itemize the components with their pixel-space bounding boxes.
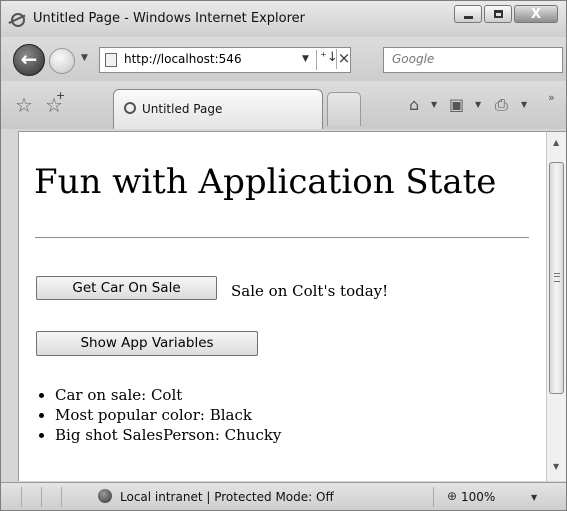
stop-icon[interactable]: × bbox=[336, 49, 351, 69]
list-item: Big shot SalesPerson: Chucky bbox=[19, 425, 281, 445]
address-dropdown-icon[interactable]: ▼ bbox=[302, 54, 309, 64]
zoom-icon[interactable]: ⊕ bbox=[447, 489, 457, 503]
scroll-up-icon[interactable]: ▲ bbox=[553, 138, 559, 147]
status-divider bbox=[61, 487, 62, 507]
print-dropdown-icon[interactable]: ▼ bbox=[521, 100, 527, 109]
feeds-icon[interactable]: ▣ bbox=[449, 95, 464, 114]
address-divider bbox=[316, 50, 318, 70]
page-icon bbox=[105, 53, 117, 67]
list-item: Most popular color: Black bbox=[19, 405, 281, 425]
recent-pages-dropdown-icon[interactable]: ▼ bbox=[81, 53, 88, 63]
window-controls: X bbox=[452, 5, 558, 23]
scroll-down-icon[interactable]: ▼ bbox=[553, 462, 559, 471]
sale-message-label: Sale on Colt's today! bbox=[231, 282, 389, 300]
browser-window: Untitled Page - Windows Internet Explore… bbox=[0, 0, 567, 511]
ie-logo-icon bbox=[124, 102, 136, 114]
back-button[interactable]: ← bbox=[13, 44, 45, 76]
list-item: Car on sale: Colt bbox=[19, 385, 281, 405]
forward-button[interactable] bbox=[49, 48, 75, 74]
title-bar: Untitled Page - Windows Internet Explore… bbox=[1, 1, 566, 37]
zoom-level[interactable]: 100% bbox=[461, 490, 495, 504]
home-dropdown-icon[interactable]: ▼ bbox=[431, 100, 437, 109]
status-divider bbox=[41, 487, 42, 507]
home-icon[interactable]: ⌂ bbox=[409, 95, 419, 114]
page-title: Fun with Application State bbox=[34, 162, 497, 202]
close-icon: X bbox=[530, 7, 542, 22]
scroll-thumb[interactable] bbox=[549, 162, 564, 394]
status-divider bbox=[21, 487, 22, 507]
zoom-dropdown-icon[interactable]: ▼ bbox=[531, 493, 537, 502]
page-content: Fun with Application State Get Car On Sa… bbox=[18, 131, 546, 481]
tab-bar: ☆ ☆ Untitled Page ⌂ ▼ ▣ ▼ ⎙ ▼ » bbox=[1, 81, 566, 129]
close-button[interactable]: X bbox=[514, 5, 558, 23]
scroll-grip-icon bbox=[554, 273, 560, 282]
new-tab-button[interactable] bbox=[327, 92, 361, 126]
tab-untitled-page[interactable]: Untitled Page bbox=[113, 89, 323, 129]
maximize-button[interactable] bbox=[484, 5, 512, 23]
add-favorites-icon[interactable]: ☆ bbox=[45, 89, 65, 117]
navigation-bar: ← ▼ http://localhost:546 ▼ ⁺↓ × Google bbox=[1, 37, 566, 81]
horizontal-rule bbox=[35, 237, 529, 238]
minimize-button[interactable] bbox=[454, 5, 482, 23]
globe-zone-icon bbox=[98, 489, 112, 503]
feeds-dropdown-icon[interactable]: ▼ bbox=[475, 100, 481, 109]
print-icon[interactable]: ⎙ bbox=[495, 95, 508, 115]
app-variables-list: Car on sale: Colt Most popular color: Bl… bbox=[19, 385, 281, 445]
tab-label: Untitled Page bbox=[142, 102, 223, 116]
favorites-star-icon[interactable]: ☆ bbox=[15, 93, 33, 117]
more-commands-icon[interactable]: » bbox=[548, 91, 555, 104]
window-title: Untitled Page - Windows Internet Explore… bbox=[33, 11, 306, 26]
back-icon: ← bbox=[20, 47, 38, 71]
vertical-scrollbar[interactable]: ▲ ▼ bbox=[546, 131, 566, 481]
status-bar: Local intranet | Protected Mode: Off ⊕ 1… bbox=[1, 482, 566, 510]
ie-logo-icon bbox=[11, 13, 25, 27]
search-input[interactable]: Google bbox=[392, 52, 434, 66]
get-car-on-sale-button[interactable]: Get Car On Sale bbox=[36, 276, 217, 300]
status-divider bbox=[433, 487, 434, 507]
search-box[interactable]: Google bbox=[383, 47, 563, 73]
minimize-icon bbox=[464, 16, 473, 19]
show-app-variables-button[interactable]: Show App Variables bbox=[36, 331, 258, 356]
security-zone-label[interactable]: Local intranet | Protected Mode: Off bbox=[120, 490, 334, 504]
address-bar[interactable]: http://localhost:546 ▼ ⁺↓ × bbox=[99, 47, 351, 73]
maximize-icon bbox=[494, 10, 503, 18]
address-input[interactable]: http://localhost:546 bbox=[124, 52, 242, 66]
